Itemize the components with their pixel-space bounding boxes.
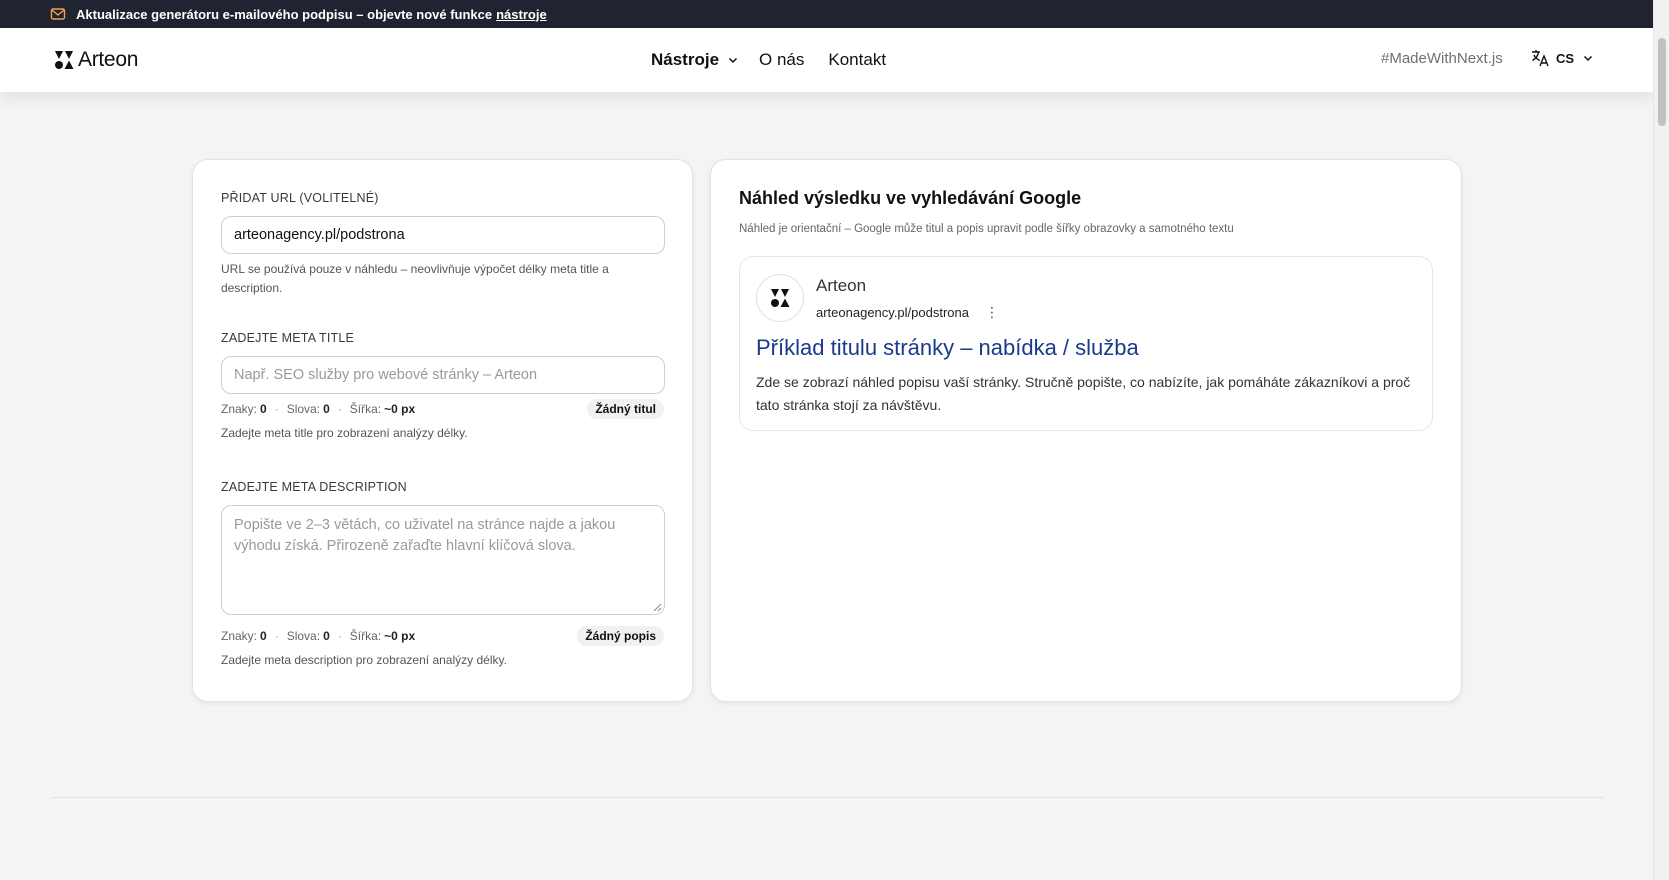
nav-tools-label: Nástroje — [651, 50, 720, 69]
serp-url-text: arteonagency.pl/podstrona — [816, 305, 969, 320]
made-with-link[interactable]: #MadeWithNext.js — [1381, 50, 1503, 67]
status-badge: Žádný popis — [577, 626, 664, 646]
serp-title[interactable]: Příklad titulu stránky – nabídka / služb… — [756, 335, 1139, 361]
scrollbar-thumb[interactable] — [1658, 38, 1666, 126]
site-header: Arteon Nástroje O nás Kontakt #MadeWithN… — [0, 28, 1653, 92]
favicon — [756, 274, 804, 322]
meta-description-placeholder: Popište ve 2–3 větách, co uživatel na st… — [234, 517, 616, 554]
chars-value: 0 — [260, 629, 267, 643]
main-nav: Nástroje O nás Kontakt — [651, 28, 886, 92]
language-switcher[interactable]: CS — [1530, 48, 1594, 68]
url-input[interactable]: arteonagency.pl/podstrona — [221, 216, 665, 254]
meta-title-input[interactable]: Např. SEO služby pro webové stránky – Ar… — [221, 356, 665, 394]
width-label: Šířka: — [349, 402, 382, 416]
meta-description-stats: Znaky: 0 · Slova: 0 · Šířka: ~0 px — [221, 629, 416, 643]
page-scrollbar[interactable] — [1653, 0, 1669, 880]
width-label: Šířka: — [349, 629, 382, 643]
meta-description-input[interactable]: Popište ve 2–3 větách, co uživatel na st… — [221, 505, 665, 615]
arteon-logo-icon — [771, 289, 790, 307]
meta-description-help: Zadejte meta description pro zobrazení a… — [221, 653, 507, 667]
serp-url: arteonagency.pl/podstrona ⋮ — [816, 304, 999, 321]
google-preview-card: Náhled výsledku ve vyhledávání Google Ná… — [710, 159, 1462, 702]
preview-title: Náhled výsledku ve vyhledávání Google — [739, 188, 1082, 208]
announcement-bar: Aktualizace generátoru e-mailového podpi… — [0, 0, 1653, 28]
width-value: ~0 px — [384, 629, 416, 643]
meta-title-help: Zadejte meta title pro zobrazení analýzy… — [221, 426, 468, 440]
meta-title-label: ZADEJTE META TITLE — [221, 331, 355, 345]
announcement-link[interactable]: nástroje — [496, 7, 547, 22]
chars-label: Znaky: — [221, 402, 258, 416]
arteon-logo-icon — [55, 51, 74, 69]
footer-divider — [51, 797, 1604, 798]
translate-icon — [1532, 50, 1549, 67]
mail-icon — [50, 8, 66, 20]
status-badge: Žádný titul — [587, 399, 664, 419]
words-value: 0 — [323, 629, 330, 643]
chevron-down-icon — [1584, 55, 1593, 62]
width-value: ~0 px — [384, 402, 416, 416]
nav-tools[interactable]: Nástroje — [651, 50, 739, 70]
logo[interactable]: Arteon — [54, 48, 138, 72]
words-value: 0 — [323, 402, 330, 416]
words-label: Slova: — [286, 629, 321, 643]
chars-label: Znaky: — [221, 629, 258, 643]
words-label: Slova: — [286, 402, 321, 416]
language-code: CS — [1556, 50, 1575, 66]
serp-preview: Arteon arteonagency.pl/podstrona ⋮ Příkl… — [739, 256, 1433, 431]
logo-text: Arteon — [78, 48, 139, 71]
nav-contact[interactable]: Kontakt — [828, 50, 886, 70]
serp-site-name: Arteon — [816, 276, 867, 295]
meta-description-label: ZADEJTE META DESCRIPTION — [221, 480, 407, 494]
chars-value: 0 — [260, 402, 267, 416]
meta-title-stats: Znaky: 0 · Slova: 0 · Šířka: ~0 px — [221, 402, 416, 416]
preview-subtitle: Náhled je orientační – Google může titul… — [739, 223, 1234, 235]
chevron-down-icon — [729, 57, 738, 64]
meta-form-card: PŘIDAT URL (VOLITELNÉ) arteonagency.pl/p… — [192, 159, 693, 702]
serp-description: Zde se zobrazí náhled popisu vaší stránk… — [756, 374, 1411, 413]
resize-handle-icon[interactable] — [653, 603, 662, 612]
more-options-icon[interactable]: ⋮ — [985, 304, 999, 321]
announcement-text: Aktualizace generátoru e-mailového podpi… — [76, 6, 493, 22]
nav-about[interactable]: O nás — [759, 50, 804, 70]
url-label: PŘIDAT URL (VOLITELNÉ) — [221, 191, 379, 205]
url-help: URL se používá pouze v náhledu – neovliv… — [221, 262, 609, 295]
